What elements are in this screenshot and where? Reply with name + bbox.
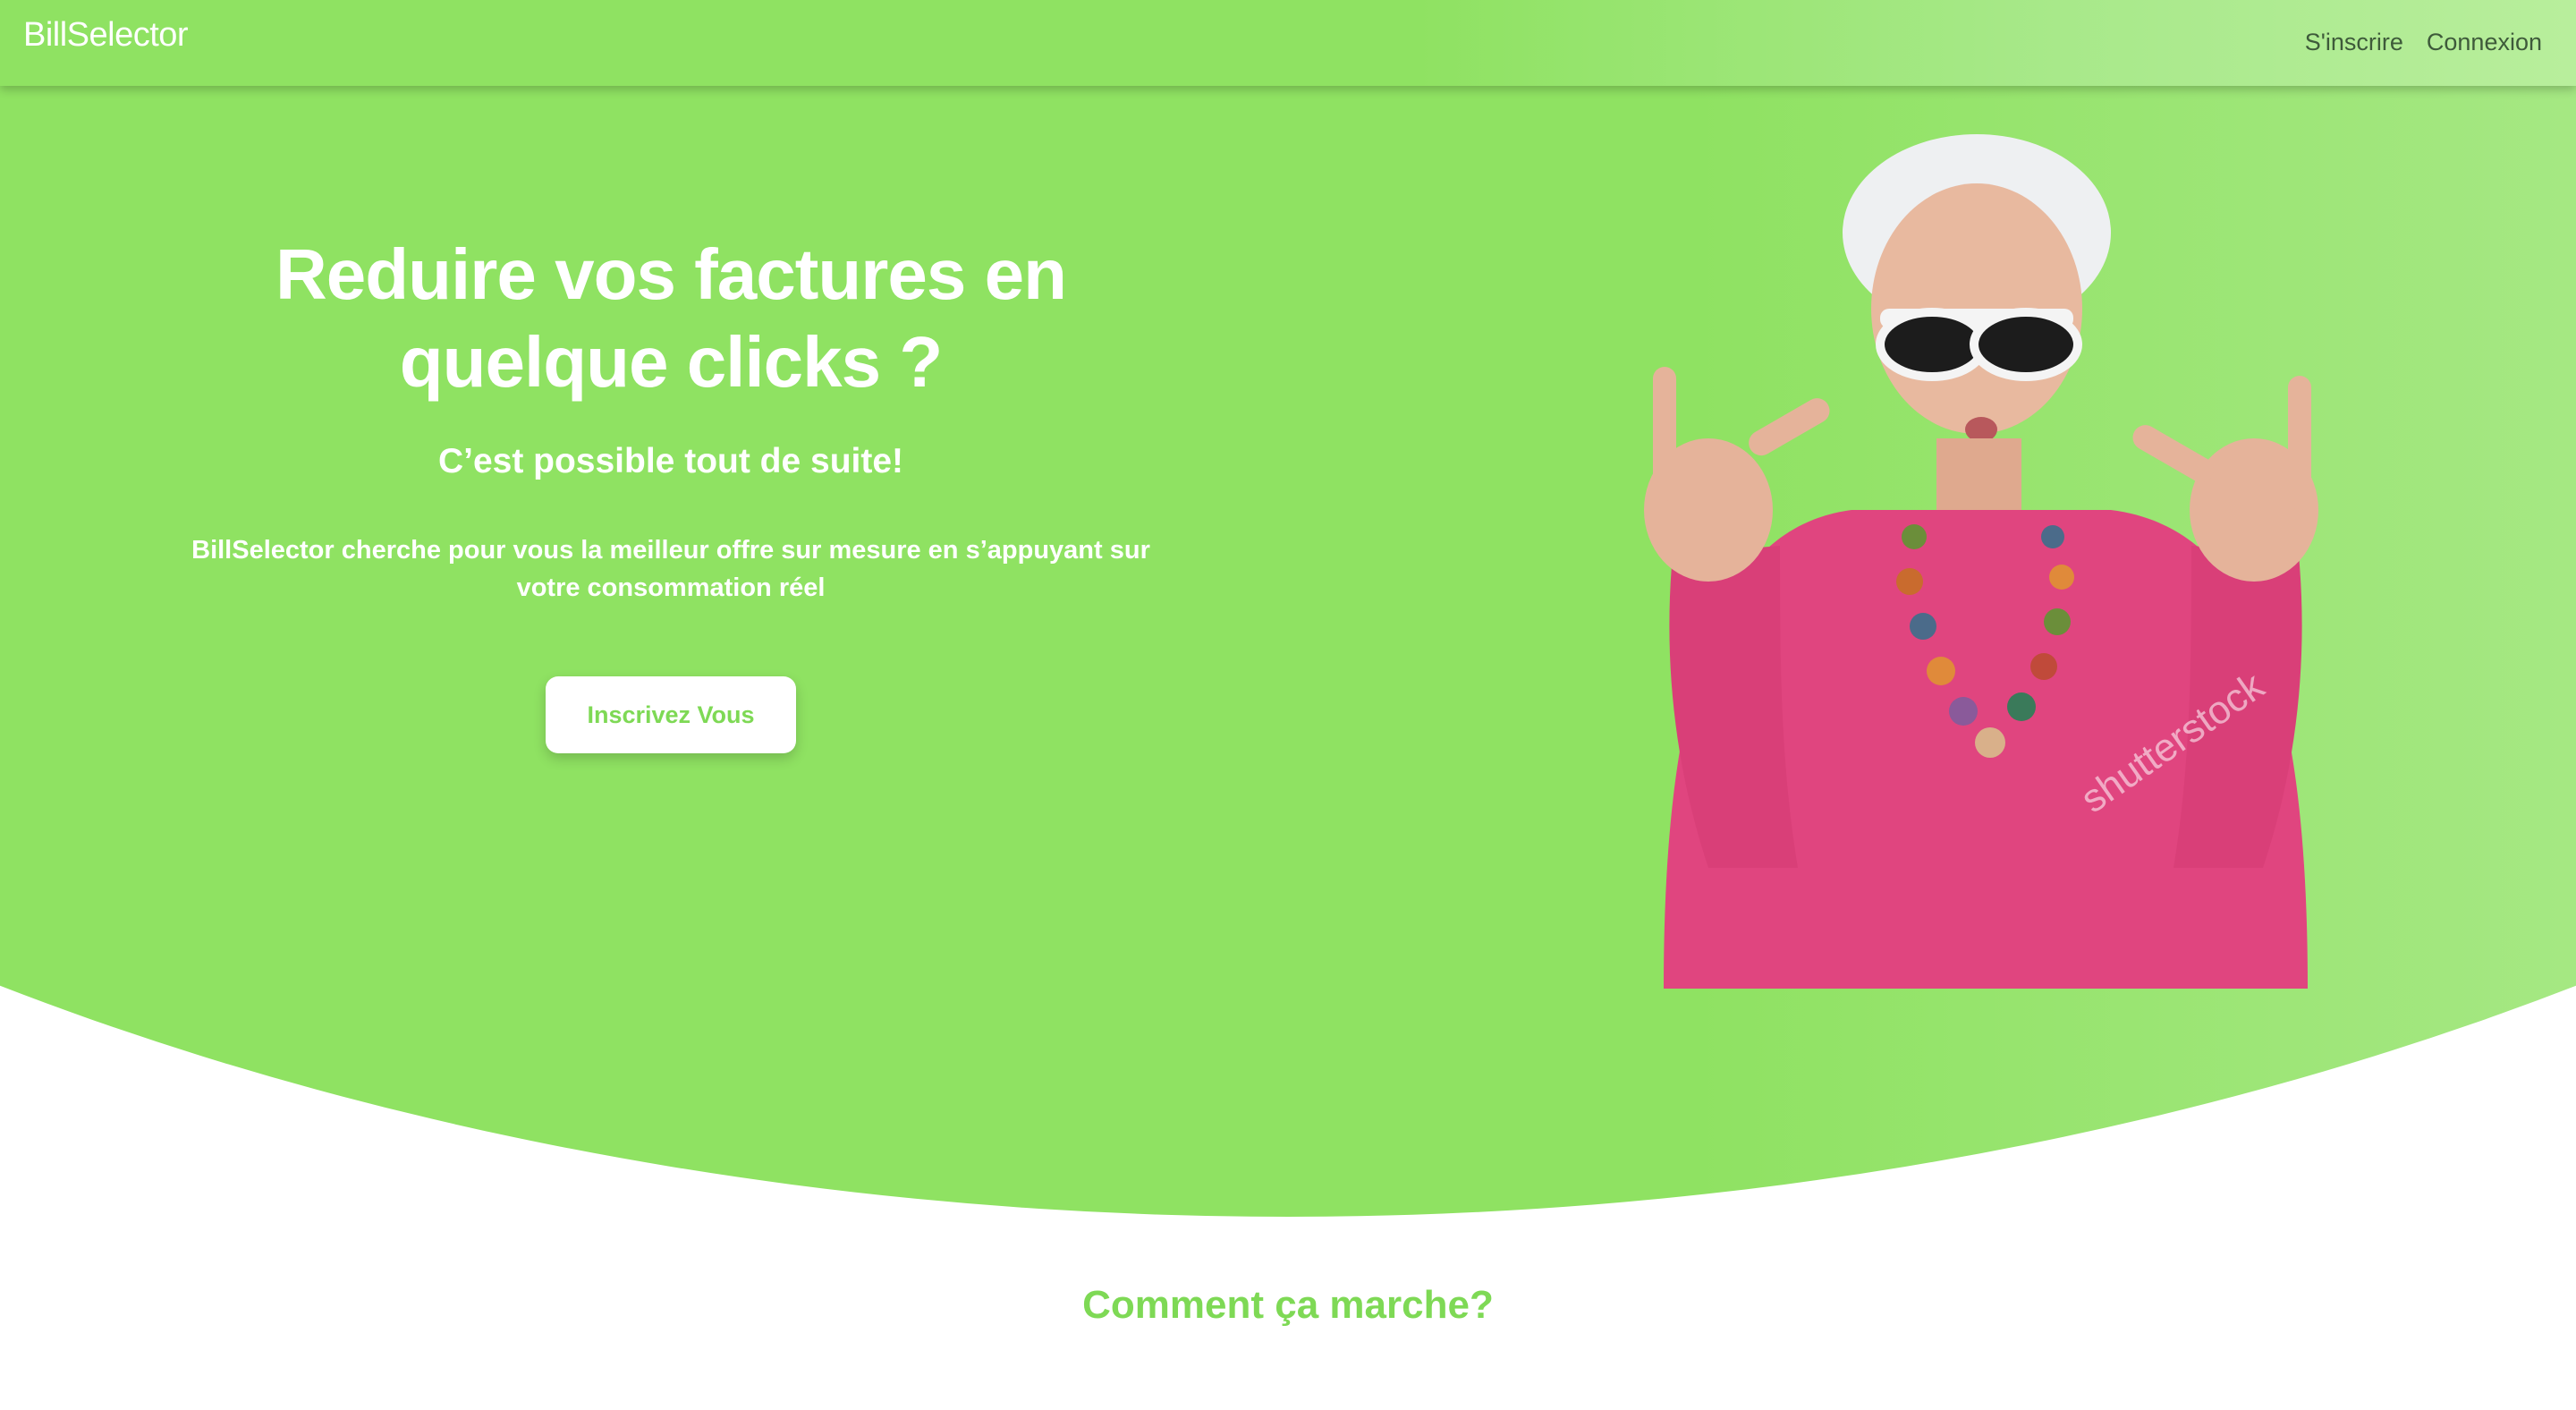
signup-cta-button[interactable]: Inscrivez Vous bbox=[546, 676, 796, 753]
hero-description: BillSelector cherche pour vous la meille… bbox=[191, 536, 1150, 602]
hero-illustration: shutterstock bbox=[1644, 134, 2318, 989]
hero-title-line2: quelque clicks ? bbox=[399, 322, 943, 402]
hero-subtitle: C’est possible tout de suite! bbox=[437, 442, 904, 480]
nav-login-link[interactable]: Connexion bbox=[2427, 29, 2542, 56]
hero-title-line1: Reduire vos factures en bbox=[275, 234, 1067, 314]
lips bbox=[1965, 417, 1997, 442]
landing-page: BillSelector S'inscrire Connexion Reduir… bbox=[0, 0, 2576, 1410]
how-it-works-title: Comment ça marche? bbox=[1082, 1283, 1494, 1327]
navbar: BillSelector S'inscrire Connexion bbox=[0, 0, 2576, 86]
hero-title: Reduire vos factures en quelque clicks ? bbox=[134, 231, 1208, 406]
hero-content: Reduire vos factures en quelque clicks ?… bbox=[134, 231, 1208, 607]
neck bbox=[1936, 438, 2021, 510]
brand-logo[interactable]: BillSelector bbox=[23, 16, 189, 55]
nav-signup-link[interactable]: S'inscrire bbox=[2305, 29, 2403, 56]
nav-links: S'inscrire Connexion bbox=[2305, 29, 2542, 56]
